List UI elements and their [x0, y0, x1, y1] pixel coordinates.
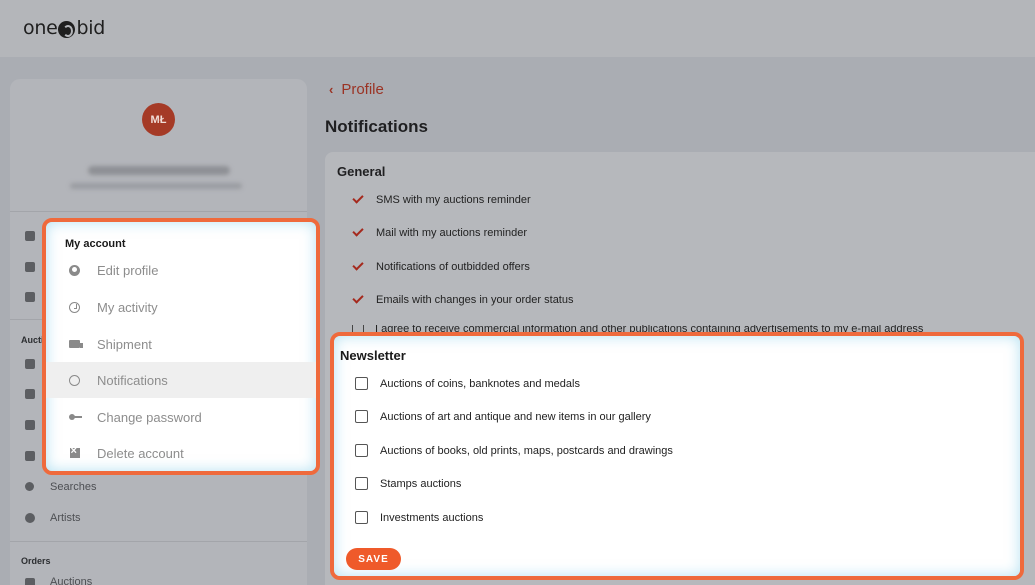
menu-item-label: Notifications — [97, 372, 168, 388]
my-account-menu: My account Edit profile My activity Ship… — [46, 222, 316, 471]
newsletter-option-label: Auctions of books, old prints, maps, pos… — [380, 444, 673, 457]
newsletter-option-label: Auctions of art and antique and new item… — [380, 410, 651, 423]
sidebar-heading-orders: Orders — [21, 556, 51, 566]
newsletter-option[interactable]: Stamps auctions — [355, 477, 461, 490]
checkmark-icon[interactable] — [352, 293, 365, 306]
general-section-title: General — [337, 164, 386, 179]
newsletter-option-label: Stamps auctions — [380, 477, 462, 490]
logo-text-right: bid — [76, 17, 105, 39]
sidebar-item-artists[interactable]: Artists — [50, 512, 81, 524]
chevron-left-icon: ‹ — [329, 82, 334, 97]
newsletter-option[interactable]: Investments auctions — [355, 511, 483, 524]
menu-item-edit-profile[interactable]: Edit profile — [46, 252, 316, 288]
person-icon — [69, 264, 80, 276]
breadcrumb[interactable]: ‹ Profile — [329, 81, 384, 98]
gavel-icon[interactable] — [25, 359, 35, 369]
menu-item-label: Delete account — [97, 445, 184, 461]
menu-item-notifications[interactable]: Notifications — [46, 362, 316, 398]
checkbox[interactable] — [355, 477, 368, 490]
key-icon — [69, 414, 82, 420]
general-option[interactable]: SMS with my auctions reminder — [352, 193, 531, 206]
menu-item-shipment[interactable]: Shipment — [46, 326, 316, 362]
general-option-label: Notifications of outbidded offers — [376, 260, 530, 273]
logo-text-left: one — [23, 17, 58, 39]
alarm-icon — [69, 374, 80, 386]
checkbox[interactable] — [355, 444, 368, 457]
message-icon[interactable] — [25, 262, 35, 272]
newsletter-title: Newsletter — [340, 348, 406, 363]
menu-item-label: Edit profile — [97, 262, 159, 278]
delete-box-icon — [69, 445, 80, 458]
checkmark-icon[interactable] — [352, 226, 365, 239]
coin-logo-icon — [58, 20, 76, 38]
menu-item-delete-account[interactable]: Delete account — [46, 435, 316, 471]
breadcrumb-profile-link[interactable]: Profile — [341, 81, 384, 98]
menu-item-label: Change password — [97, 409, 202, 425]
gavel-icon[interactable] — [25, 578, 35, 585]
sidebar-item-searches[interactable]: Searches — [50, 481, 96, 493]
general-option-label: SMS with my auctions reminder — [376, 193, 531, 206]
sidebar-item-orders-auctions[interactable]: Auctions — [50, 576, 92, 585]
save-button[interactable]: SAVE — [346, 548, 401, 570]
newsletter-option[interactable]: Auctions of books, old prints, maps, pos… — [355, 444, 673, 457]
star-icon[interactable] — [25, 420, 35, 430]
top-bar: one bid — [0, 0, 1035, 57]
checkmark-icon[interactable] — [352, 193, 365, 206]
newsletter-section: Newsletter Auctions of coins, banknotes … — [334, 336, 1020, 576]
general-option[interactable]: Notifications of outbidded offers — [352, 260, 530, 273]
clock-icon — [69, 301, 80, 313]
checkmark-icon[interactable] — [352, 260, 365, 273]
dashboard-icon[interactable] — [25, 231, 35, 241]
menu-item-label: My activity — [97, 299, 158, 315]
menu-item-label: Shipment — [97, 336, 152, 352]
menu-item-change-password[interactable]: Change password — [46, 399, 316, 435]
checkbox[interactable] — [355, 511, 368, 524]
blurred-user-email — [70, 183, 242, 189]
basket-icon[interactable] — [25, 389, 35, 399]
general-option-label: Mail with my auctions reminder — [376, 226, 527, 239]
newsletter-option-label: Investments auctions — [380, 511, 484, 524]
general-option[interactable]: Mail with my auctions reminder — [352, 226, 527, 239]
general-option-label: Emails with changes in your order status — [376, 293, 574, 306]
newsletter-option-label: Auctions of coins, banknotes and medals — [380, 377, 580, 390]
onebid-logo[interactable]: one bid — [23, 17, 105, 39]
general-option[interactable]: Emails with changes in your order status — [352, 293, 573, 306]
checkbox[interactable] — [355, 377, 368, 390]
heart-icon[interactable] — [25, 513, 35, 523]
avatar[interactable]: MŁ — [142, 103, 175, 136]
menu-item-my-activity[interactable]: My activity — [46, 289, 316, 325]
blurred-user-name — [88, 166, 230, 175]
newsletter-option[interactable]: Auctions of art and antique and new item… — [355, 410, 651, 423]
page-title: Notifications — [325, 117, 428, 136]
my-account-title: My account — [65, 238, 126, 250]
checkbox[interactable] — [355, 410, 368, 423]
truck-icon — [69, 340, 83, 348]
library-icon[interactable] — [25, 292, 35, 302]
sidebar-divider — [10, 541, 307, 542]
newsletter-option[interactable]: Auctions of coins, banknotes and medals — [355, 377, 580, 390]
document-icon[interactable] — [25, 451, 35, 461]
sidebar-divider — [10, 211, 307, 212]
search-icon[interactable] — [25, 482, 34, 491]
